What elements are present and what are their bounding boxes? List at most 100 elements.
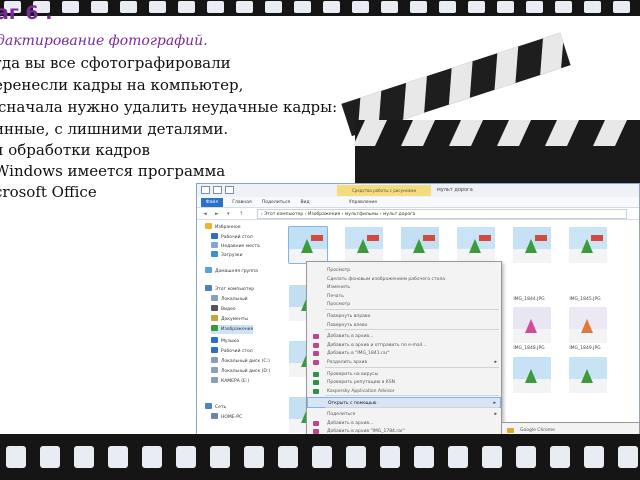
file-thumbnail[interactable] bbox=[513, 227, 551, 263]
submenu-item-label: Google Chrome bbox=[520, 428, 555, 433]
slide-line: инные, с лишними деталями. bbox=[0, 120, 229, 138]
file-thumbnail[interactable] bbox=[457, 227, 495, 263]
thumb-tree bbox=[581, 369, 593, 383]
back-icon[interactable]: ◄ bbox=[203, 211, 209, 217]
tab-manage[interactable]: Управление bbox=[343, 198, 383, 207]
thumb-roof bbox=[367, 235, 379, 241]
menu-item-icon bbox=[313, 371, 319, 377]
sidebar-item-desktop-2[interactable]: Рабочий стол bbox=[211, 347, 253, 356]
sidebar-item-music[interactable]: Музыка bbox=[211, 337, 239, 346]
slide-line: сначала нужно удалить неудачные кадры: bbox=[0, 98, 338, 116]
file-thumbnail[interactable] bbox=[288, 226, 328, 264]
menu-item-icon bbox=[313, 412, 319, 417]
film-hole bbox=[380, 446, 400, 468]
file-thumbnail[interactable] bbox=[569, 227, 607, 263]
homegroup-icon bbox=[205, 267, 212, 273]
chevron-down-icon[interactable]: ▾ bbox=[227, 211, 233, 217]
quick-access-icon[interactable] bbox=[201, 186, 210, 194]
sidebar-item-downloads[interactable]: Загрузки bbox=[211, 251, 243, 260]
file-name-label: IMG_1844.JPG bbox=[513, 297, 545, 302]
menu-item-label: Разделить архив bbox=[327, 360, 368, 365]
thumb-roof bbox=[479, 235, 491, 241]
sidebar-item-favorites[interactable]: Избранное bbox=[205, 223, 241, 232]
menu-item-label: Kaspersky Application Advisor bbox=[327, 388, 395, 394]
menu-item-icon bbox=[313, 302, 319, 307]
menu-item-label: Просмотр bbox=[327, 302, 351, 308]
menu-item-label: Открыть с помощью bbox=[328, 401, 377, 407]
network-icon bbox=[205, 403, 212, 409]
file-thumbnail[interactable] bbox=[569, 357, 607, 393]
video-icon bbox=[211, 305, 218, 311]
slide-line: гда вы все сфотографировали bbox=[0, 54, 231, 72]
sidebar-item-drive-c[interactable]: Локальный диск (C:) bbox=[211, 357, 270, 366]
menu-item-label: Проверить на вирусы bbox=[327, 371, 379, 377]
pictures-icon bbox=[211, 325, 218, 331]
desktop-icon bbox=[211, 347, 218, 353]
breadcrumb[interactable]: › Этот компьютер › Изображения › мультфи… bbox=[257, 209, 627, 219]
film-hole bbox=[236, 1, 253, 13]
menu-item-icon bbox=[313, 388, 319, 394]
tab-share[interactable]: Поделиться bbox=[259, 198, 293, 207]
film-hole bbox=[91, 1, 108, 13]
file-name-label: IMG_1848.JPG bbox=[513, 346, 545, 351]
star-icon bbox=[205, 223, 212, 229]
menu-item-label: Повернуть влево bbox=[327, 322, 368, 328]
properties-icon[interactable] bbox=[213, 186, 222, 194]
sidebar-item-camera[interactable]: КАМЕРА (E:) bbox=[211, 377, 249, 386]
sidebar-item-video[interactable]: Видео bbox=[211, 305, 236, 314]
film-hole bbox=[120, 1, 137, 13]
documents-icon bbox=[211, 315, 218, 321]
download-icon bbox=[211, 251, 218, 257]
film-hole bbox=[346, 446, 366, 468]
tab-home[interactable]: Главная bbox=[229, 198, 255, 207]
up-icon[interactable]: ↑ bbox=[239, 211, 245, 217]
sidebar-item-desktop[interactable]: Рабочий стол bbox=[211, 233, 253, 242]
sidebar-item-homegroup[interactable]: Домашняя группа bbox=[205, 267, 258, 276]
drive-icon bbox=[211, 357, 218, 363]
sidebar-item-this-pc[interactable]: Этот компьютер bbox=[205, 285, 254, 294]
menu-item-label: Повернуть вправо bbox=[327, 314, 371, 319]
file-thumbnail[interactable] bbox=[513, 307, 551, 343]
file-name-label: IMG_1845.JPG bbox=[569, 297, 601, 302]
file-thumbnail[interactable] bbox=[513, 357, 551, 393]
computer-icon bbox=[211, 413, 218, 419]
film-hole bbox=[516, 446, 536, 468]
menu-item-icon bbox=[314, 401, 320, 406]
menu-item-icon bbox=[313, 314, 319, 319]
sidebar-item-local[interactable]: Локальный bbox=[211, 295, 248, 304]
sidebar-item-network[interactable]: Сеть bbox=[205, 403, 226, 412]
sidebar-item-recent[interactable]: Недавние места bbox=[211, 242, 260, 251]
film-hole bbox=[6, 446, 26, 468]
thumb-tree bbox=[581, 319, 593, 333]
forward-icon[interactable]: ► bbox=[215, 211, 221, 217]
film-hole bbox=[448, 446, 468, 468]
computer-icon bbox=[205, 285, 212, 291]
film-hole bbox=[312, 446, 332, 468]
file-thumbnail[interactable] bbox=[345, 227, 383, 263]
manage-context-tab[interactable]: Средства работы с рисунками bbox=[337, 185, 431, 196]
thumb-tree bbox=[301, 239, 313, 253]
sidebar-item-documents[interactable]: Документы bbox=[211, 315, 248, 324]
film-hole bbox=[142, 446, 162, 468]
new-folder-icon[interactable] bbox=[225, 186, 234, 194]
slide-line: Windows имеется программа bbox=[0, 162, 226, 180]
sidebar-item-drive-d[interactable]: Локальный диск (D:) bbox=[211, 367, 270, 376]
film-hole bbox=[62, 1, 79, 13]
sidebar-item-pictures[interactable]: Изображения bbox=[211, 325, 254, 334]
window-title: мульт дорога bbox=[437, 187, 473, 193]
sidebar-item-home-pc[interactable]: HOME-PC bbox=[211, 413, 242, 422]
tab-file[interactable]: Файл bbox=[201, 198, 223, 207]
menu-item-label: Добавить в "IMG_1841.rar" bbox=[327, 351, 390, 357]
app-icon bbox=[507, 428, 514, 433]
file-name-label: IMG_1849.JPG bbox=[569, 346, 601, 351]
menu-item-icon bbox=[313, 420, 319, 426]
thumb-tree bbox=[413, 239, 425, 253]
film-hole bbox=[482, 446, 502, 468]
file-thumbnail[interactable] bbox=[569, 307, 607, 343]
menu-item-label: Добавить в архив и отправить по e-mail..… bbox=[327, 342, 427, 348]
tab-view[interactable]: Вид bbox=[297, 198, 313, 207]
camera-drive-icon bbox=[211, 377, 218, 383]
file-thumbnail[interactable] bbox=[401, 227, 439, 263]
film-hole bbox=[210, 446, 230, 468]
film-hole bbox=[278, 446, 298, 468]
